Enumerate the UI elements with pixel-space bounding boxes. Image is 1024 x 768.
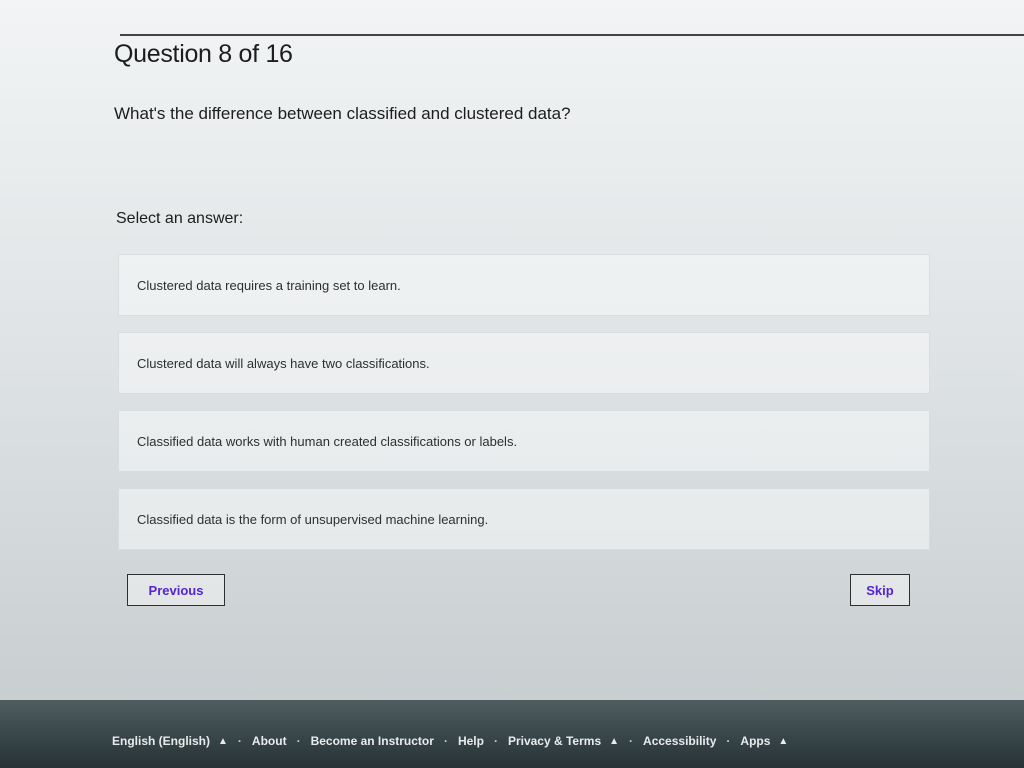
footer-separator: · [443,734,448,748]
footer-separator: · [629,734,634,748]
answer-option-text: Classified data is the form of unsupervi… [137,511,489,527]
skip-button[interactable]: Skip [850,574,910,606]
answer-option-2[interactable]: Clustered data will always have two clas… [118,332,930,394]
quiz-panel: Question 8 of 16 What's the difference b… [0,0,1024,768]
language-selector[interactable]: English (English) ▲ [112,734,228,748]
footer-separator: · [726,734,731,748]
question-text: What's the difference between classified… [114,104,571,123]
previous-button[interactable]: Previous [127,574,225,606]
footer-separator: · [296,734,301,748]
answer-list: Clustered data requires a training set t… [118,254,930,566]
answer-option-text: Clustered data will always have two clas… [137,355,430,371]
footer-links: English (English) ▲ · About · Become an I… [112,734,788,748]
about-link[interactable]: About [252,734,287,748]
chevron-up-icon: ▲ [609,736,620,747]
answer-option-text: Classified data works with human created… [137,433,518,449]
question-counter: Question 8 of 16 [114,40,293,68]
top-divider [120,34,1024,36]
footer: English (English) ▲ · About · Become an I… [0,700,1024,768]
select-answer-label: Select an answer: [116,210,244,227]
answer-option-1[interactable]: Clustered data requires a training set t… [118,254,930,316]
help-link[interactable]: Help [458,734,484,748]
become-instructor-link[interactable]: Become an Instructor [311,734,434,748]
language-label: English (English) [112,734,210,748]
accessibility-link[interactable]: Accessibility [643,734,716,748]
answer-option-4[interactable]: Classified data is the form of unsupervi… [118,488,930,550]
chevron-up-icon: ▲ [218,736,228,747]
footer-separator: · [493,734,498,748]
apps-label: Apps [740,734,771,748]
privacy-terms-label: Privacy & Terms [507,734,602,748]
answer-option-3[interactable]: Classified data works with human created… [118,410,930,472]
privacy-terms-link[interactable]: Privacy & Terms ▲ [508,734,619,748]
apps-link[interactable]: Apps ▲ [740,734,788,748]
answer-option-text: Clustered data requires a training set t… [137,277,401,293]
chevron-up-icon: ▲ [778,736,789,747]
footer-separator: · [237,734,242,748]
